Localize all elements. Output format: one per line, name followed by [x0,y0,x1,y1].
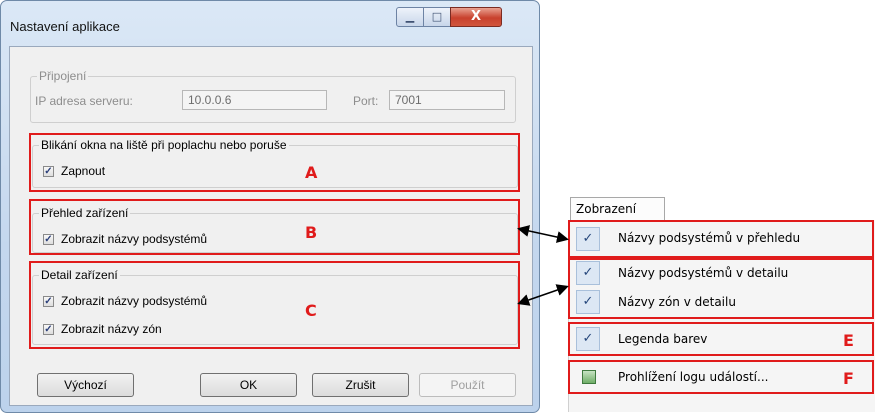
connector-arrows [517,225,569,306]
arrow-c [517,284,569,306]
arrow-b [517,225,569,243]
